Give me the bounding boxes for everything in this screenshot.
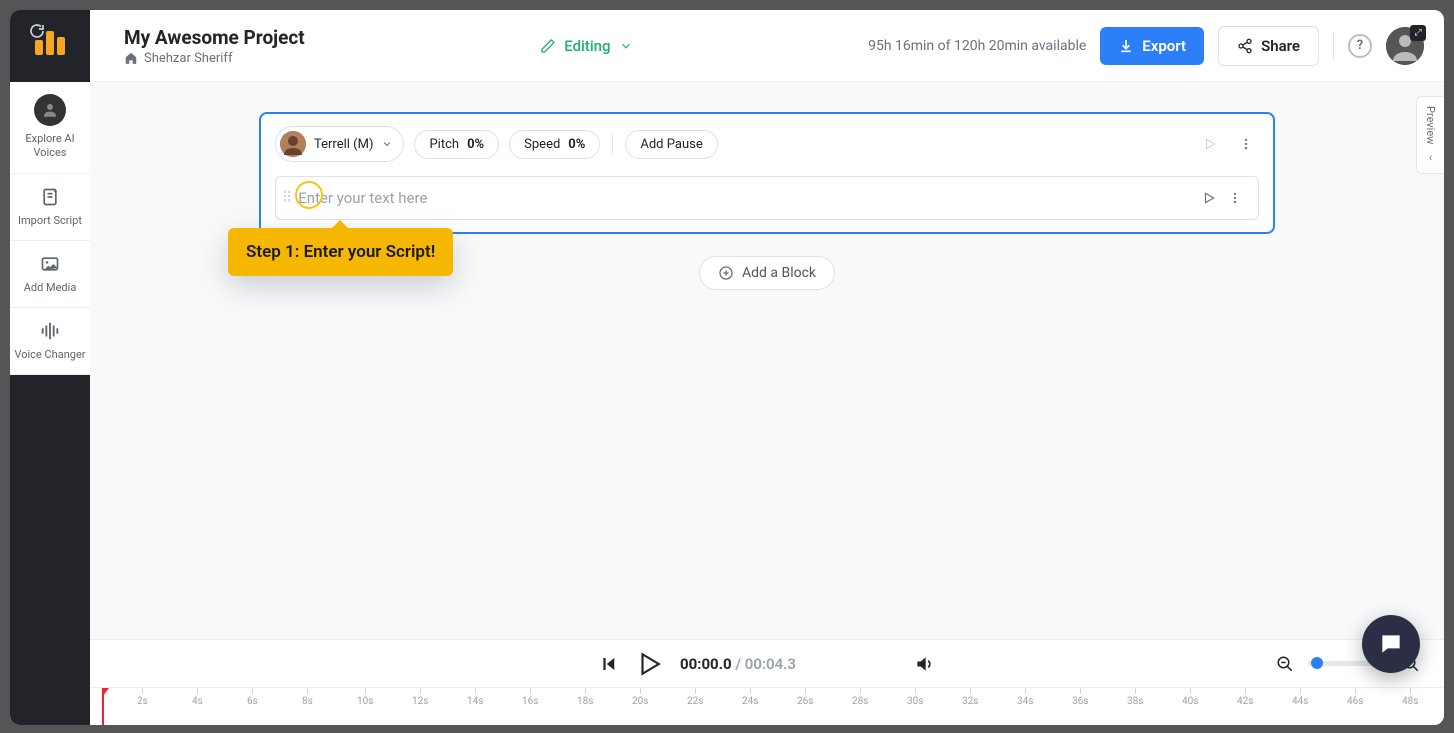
timeline-tick: 28s	[852, 688, 868, 725]
timeline-tick: 4s	[192, 688, 203, 725]
play-line-button[interactable]	[1196, 185, 1222, 211]
share-button[interactable]: Share	[1218, 26, 1319, 66]
chat-icon	[1378, 631, 1404, 657]
chevron-down-icon	[619, 39, 633, 53]
home-icon	[124, 51, 138, 65]
timeline-tick: 42s	[1237, 688, 1253, 725]
timeline-tick: 18s	[577, 688, 593, 725]
chevron-left-icon: ‹	[1429, 151, 1432, 164]
rail-explore-label: Explore AI Voices	[14, 132, 86, 161]
plus-circle-icon	[718, 265, 734, 281]
pitch-chip[interactable]: Pitch 0%	[414, 130, 499, 159]
rail-explore-voices[interactable]: Explore AI Voices	[10, 82, 90, 174]
play-icon	[1202, 191, 1216, 205]
user-avatar[interactable]: ⤢	[1386, 27, 1424, 65]
voice-avatar	[280, 131, 306, 157]
rail-add-media[interactable]: Add Media	[10, 241, 90, 308]
text-row: ⠿	[275, 176, 1259, 220]
time-display: 00:00.0 / 00:04.3	[680, 655, 796, 673]
block-menu-button[interactable]	[1233, 131, 1259, 157]
timeline-tick: 34s	[1017, 688, 1033, 725]
timeline-tick: 48s	[1402, 688, 1418, 725]
more-vertical-icon	[1228, 191, 1242, 205]
timeline-tick: 30s	[907, 688, 923, 725]
timeline-tick: 32s	[962, 688, 978, 725]
timeline-tick: 2s	[137, 688, 148, 725]
play-icon	[636, 651, 662, 677]
script-input[interactable]	[298, 189, 1196, 207]
player-bar: 00:00.0 / 00:04.3	[90, 639, 1444, 687]
rail-vc-label: Voice Changer	[14, 348, 85, 362]
timeline-tick: 12s	[412, 688, 428, 725]
playhead[interactable]	[102, 688, 114, 725]
drag-handle-icon[interactable]: ⠿	[282, 190, 290, 206]
add-pause-button[interactable]: Add Pause	[625, 130, 717, 159]
play-block-button[interactable]	[1197, 131, 1223, 157]
project-owner: Shehzar Sheriff	[144, 51, 232, 66]
status-mode[interactable]: Editing	[325, 37, 848, 55]
chevron-down-icon	[381, 138, 393, 150]
play-icon	[1203, 137, 1217, 151]
timeline-tick: 26s	[797, 688, 813, 725]
timeline-tick: 14s	[467, 688, 483, 725]
timeline-tick: 46s	[1347, 688, 1363, 725]
timeline-tick: 10s	[357, 688, 373, 725]
project-title: My Awesome Project	[124, 26, 305, 49]
pencil-icon	[540, 38, 556, 54]
script-block: Terrell (M) Pitch 0% Speed 0% Add Pause	[259, 112, 1275, 234]
volume-icon	[914, 654, 934, 674]
zoom-out-button[interactable]	[1276, 655, 1294, 673]
rail-import-script[interactable]: Import Script	[10, 174, 90, 241]
timeline-tick: 36s	[1072, 688, 1088, 725]
download-icon	[1118, 38, 1134, 54]
timeline-tick: 38s	[1127, 688, 1143, 725]
tour-tooltip: Step 1: Enter your Script!	[228, 228, 453, 276]
left-rail: Explore AI Voices Import Script Add Medi…	[10, 10, 90, 725]
header: My Awesome Project Shehzar Sheriff Editi…	[90, 10, 1444, 82]
rail-import-label: Import Script	[18, 214, 82, 228]
skip-back-icon	[600, 655, 618, 673]
rail-media-label: Add Media	[24, 281, 77, 295]
expand-icon[interactable]: ⤢	[1410, 25, 1426, 41]
line-menu-button[interactable]	[1222, 185, 1248, 211]
timeline-tick: 8s	[302, 688, 313, 725]
zoom-out-icon	[1276, 655, 1294, 673]
timeline-tick: 20s	[632, 688, 648, 725]
timeline-tick: 22s	[687, 688, 703, 725]
usage-text: 95h 16min of 120h 20min available	[868, 38, 1086, 54]
timeline-tick: 16s	[522, 688, 538, 725]
share-icon	[1237, 38, 1253, 54]
help-button[interactable]: ?	[1348, 34, 1372, 58]
timeline-tick: 6s	[247, 688, 258, 725]
timeline-tick: 24s	[742, 688, 758, 725]
chat-fab[interactable]	[1362, 615, 1420, 673]
play-button[interactable]	[636, 651, 662, 677]
timeline: Timeline 2s4s6s8s10s12s14s16s18s20s22s24…	[10, 687, 1444, 725]
timeline-tick: 44s	[1292, 688, 1308, 725]
app-logo	[10, 10, 90, 82]
rail-voice-changer[interactable]: Voice Changer	[10, 308, 90, 375]
voice-name: Terrell (M)	[314, 137, 373, 152]
volume-button[interactable]	[914, 654, 934, 674]
timeline-ruler[interactable]: 2s 4s 6s 8s 10s 12s 14s 16s 18s 20s 22s 24s 26s 28s 30…	[102, 688, 1444, 725]
export-button[interactable]: Export	[1100, 27, 1204, 65]
preview-tab[interactable]: Preview ‹	[1416, 96, 1444, 174]
skip-back-button[interactable]	[600, 655, 618, 673]
timeline-tick: 40s	[1182, 688, 1198, 725]
speed-chip[interactable]: Speed 0%	[509, 130, 600, 159]
voice-selector[interactable]: Terrell (M)	[275, 126, 404, 162]
more-vertical-icon	[1239, 137, 1253, 151]
add-block-button[interactable]: Add a Block	[699, 256, 835, 290]
main-canvas: Terrell (M) Pitch 0% Speed 0% Add Pause	[90, 82, 1444, 640]
